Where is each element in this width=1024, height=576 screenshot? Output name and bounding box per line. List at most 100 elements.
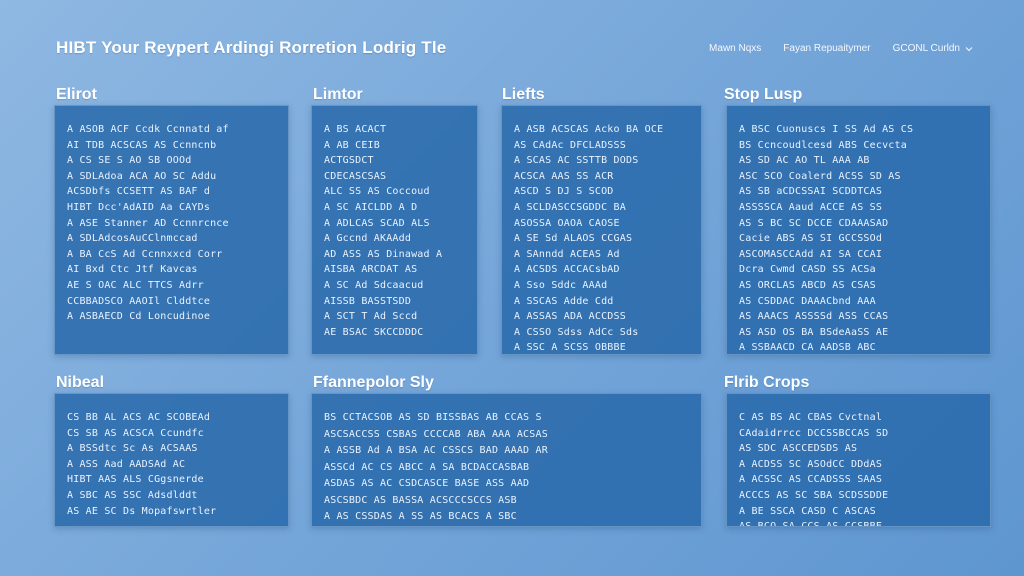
panel-text-line: A BSC Cuonuscs I SS Ad AS CS [739, 124, 914, 135]
nav-item-label: GCONL Curldn [892, 43, 960, 54]
top-bar: HIBT Your Reypert Ardingi Rorretion Lodr… [0, 0, 1024, 90]
panel-lines-3: A ASB ACSCAS Acko BA OCE AS CAdAc DFCLADS… [514, 122, 689, 354]
panel-lines-2: A BS ACACT A AB CEIB ACTGSDCT CDECASCSAS ALC… [324, 122, 465, 340]
panel-text-line: A BA CcS Ad Ccnnxxcd Corr [67, 248, 223, 260]
panel-text-line: AI Bxd Ctc Jtf Kavcas [67, 264, 198, 276]
panel-text-line: A SSCAS Adde Cdd [514, 295, 614, 307]
panel-text-line: CCBBADSCO AAOIl Clddtce [67, 295, 211, 307]
panel-text-line: ACSDbfs CCSETT AS BAF d [67, 186, 211, 198]
panel-text-line: AS S BC SC DCCE CDAAASAD [739, 217, 889, 229]
panel-text-line: CDECASCSAS [324, 170, 387, 182]
panel-text-line: BS CCTACSOB AS SD BISSBAS AB CCAS S [324, 412, 542, 423]
panel-text-line: HIBT Dcc'AdAID Aa CAYDs [67, 201, 211, 213]
panel-text-line: ASCSBDC AS BASSA ACSCCCSCCS ASB [324, 494, 517, 506]
panel-text-line: AS AAACS ASSSSd ASS CCAS [739, 311, 889, 323]
panel-text-line: A SE Sd ALAOS CCGAS [514, 233, 633, 245]
section-panel-6: BS CCTACSOB AS SD BISSBAS AB CCAS S ASCSA… [311, 393, 702, 527]
panel-text-line: A ASS Aad AADSAd AC [67, 458, 186, 470]
panel-text-line: A Gccnd AKAAdd [324, 233, 412, 245]
panel-text-line: A SBC AS SSC Adsdlddt [67, 489, 198, 501]
panel-text-line: ACSCA AAS SS ACR [514, 170, 614, 182]
panel-text-line: Cacie ABS AS SI GCCSSOd [739, 233, 883, 245]
panel-text-line: CS SB AS ACSCA Ccundfc [67, 427, 204, 439]
section-panel-4: A BSC Cuonuscs I SS Ad AS CS BS Ccncoudlc… [726, 105, 991, 355]
nav-item-label: Mawn Nqxs [709, 43, 762, 54]
panel-text-line: AISSB BASSTSDD [324, 295, 412, 307]
panel-text-line: A BSSdtc Sc As ACSAAS [67, 443, 198, 455]
panel-lines-4: A BSC Cuonuscs I SS Ad AS CS BS Ccncoudlc… [739, 122, 978, 354]
panel-text-line: AS ORCLAS ABCD AS CSAS [739, 279, 876, 291]
panel-text-line: ASCD S DJ S SCOD [514, 186, 614, 198]
panel-text-line: A SDLAdoa ACA AO SC Addu [67, 170, 217, 182]
panel-text-line: ACCCS AS SC SBA SCDSSDDE [739, 489, 889, 501]
panel-text-line: A SAnndd ACEAS Ad [514, 248, 620, 260]
panel-text-line: A SCAS AC SSTTB DODS [514, 155, 639, 167]
section-panel-5: CS BB AL ACS AC SCOBEAd CS SB AS ACSCA Cc… [54, 393, 289, 527]
section-title-4: Stop Lusp [724, 86, 803, 103]
panel-text-line: AASSSC BS SSCAS BCC BSDAS SE ASTTON [324, 526, 689, 527]
section-title-5: Nibeal [56, 374, 105, 391]
panel-text-line: ASC SCO Coalerd ACSS SD AS [739, 170, 901, 182]
panel-text-line: A ACDSS SC ASOdCC DDdAS [739, 458, 883, 470]
panel-text-line: C AS BS AC CBAS Cvctnal [739, 412, 883, 423]
panel-text-line: AS BCO SA CCS AS CCSBBE [739, 521, 883, 527]
panel-text-line: A ASBAECD Cd Loncudinoe [67, 311, 211, 323]
panel-text-line: A CSSO Sdss AdCc Sds [514, 326, 639, 338]
panel-text-line: ASCSACCSS CSBAS CCCCAB ABA AAA ACSAS [324, 428, 548, 440]
nav-item-1[interactable]: Mawn Nqxs [709, 43, 761, 54]
panel-text-line: BS Ccncoudlcesd ABS Cecvcta [739, 139, 907, 151]
panel-text-line: AISBA ARCDAT AS [324, 264, 418, 276]
section-title-1: Elirot [56, 86, 97, 103]
panel-text-line: ALC SS AS Coccoud [324, 186, 430, 198]
panel-text-line: AE S OAC ALC TTCS Adrr [67, 279, 204, 291]
panel-text-line: A SCLDASCCSGDDC BA [514, 201, 626, 213]
section-panel-7: C AS BS AC CBAS Cvctnal CAdaidrrcc DCCSSB… [726, 393, 991, 527]
panel-text-line: AI TDB ACSCAS AS Ccnncnb [67, 139, 217, 151]
nav-item-2[interactable]: Fayan Repuaitymer [783, 43, 870, 54]
panel-text-line: AS CSDDAC DAAACbnd AAA [739, 295, 876, 307]
panel-text-line: A BE SSCA CASD C ASCAS [739, 505, 876, 517]
page-title: HIBT Your Reypert Ardingi Rorretion Lodr… [56, 38, 447, 57]
section-panel-1: A ASOB ACF Ccdk Ccnnatd af AI TDB ACSCAS … [54, 105, 289, 355]
panel-text-line: A ASSAS ADA ACCDSS [514, 311, 626, 323]
panel-text-line: ACTGSDCT [324, 155, 374, 167]
panel-text-line: A SSBAACD CA AADSB ABC [739, 342, 876, 354]
panel-text-line: ASSSSCA Aaud ACCE AS SS [739, 201, 883, 213]
panel-text-line: A AS CSSDAS A SS AS BCACS A SBC [324, 511, 517, 522]
panel-text-line: ASOSSA OAOA CAOSE [514, 217, 620, 229]
panel-text-line: ASCOMASCCAdd AI SA CCAI [739, 248, 883, 260]
panel-text-line: A ASB ACSCAS Acko BA OCE [514, 124, 664, 135]
panel-text-line: CS BB AL ACS AC SCOBEAd [67, 412, 211, 423]
panel-text-line: AS SB aCDCSSAI SCDDTCAS [739, 186, 883, 198]
panel-text-line: AS SD AC AO TL AAA AB [739, 155, 870, 167]
panel-text-line: AS AE SC Ds Mopafswrtler [67, 505, 217, 517]
panel-text-line: Dcra Cwmd CASD SS ACSa [739, 264, 876, 276]
panel-text-line: ASSCd AC CS ABCC A SA BCDACCASBAB [324, 461, 530, 473]
panel-lines-5: CS BB AL ACS AC SCOBEAd CS SB AS ACSCA Cc… [67, 410, 276, 519]
panel-text-line: A ACSDS ACCACsbAD [514, 264, 620, 276]
panel-text-line: A SSC A SCSS OBBBE [514, 342, 626, 354]
panel-text-line: A ADLCAS SCAD ALS [324, 217, 430, 229]
section-panel-2: A BS ACACT A AB CEIB ACTGSDCT CDECASCSAS ALC… [311, 105, 478, 355]
panel-text-line: AD ASS AS Dinawad A [324, 248, 443, 260]
panel-text-line: AS CAdAc DFCLADSSS [514, 139, 626, 151]
panel-text-line: A AB CEIB [324, 139, 380, 151]
panel-text-line: A BS ACACT [324, 124, 387, 135]
panel-lines-7: C AS BS AC CBAS Cvctnal CAdaidrrcc DCCSSB… [739, 410, 978, 527]
nav-item-3-dropdown[interactable]: GCONL Curldn [893, 43, 974, 54]
panel-text-line: A SDLAdcosAuCClnmccad [67, 233, 198, 245]
panel-text-line: A Sso Sddc AAAd [514, 279, 608, 291]
panel-text-line: A ASOB ACF Ccdk Ccnnatd af [67, 124, 229, 135]
panel-text-line: A SC Ad Sdcaacud [324, 279, 424, 291]
panel-text-line: CAdaidrrcc DCCSSBCCAS SD [739, 427, 889, 439]
section-title-6: Ffannepolor Sly [313, 374, 434, 391]
panel-text-line: A ASSB Ad A BSA AC CSSCS BAD AAAD AR [324, 445, 548, 456]
section-title-3: Liefts [502, 86, 545, 103]
panel-text-line: A SCT T Ad Sccd [324, 311, 418, 323]
top-nav: Mawn Nqxs Fayan Repuaitymer GCONL Curldn [709, 43, 974, 54]
section-title-2: Limtor [313, 86, 363, 103]
panel-lines-6: BS CCTACSOB AS SD BISSBAS AB CCAS S ASCSA… [324, 410, 689, 527]
nav-item-label: Fayan Repuaitymer [783, 43, 871, 54]
section-title-7: Flrib Crops [724, 374, 810, 391]
panel-text-line: AS SDC ASCCEDSDS AS [739, 443, 858, 455]
